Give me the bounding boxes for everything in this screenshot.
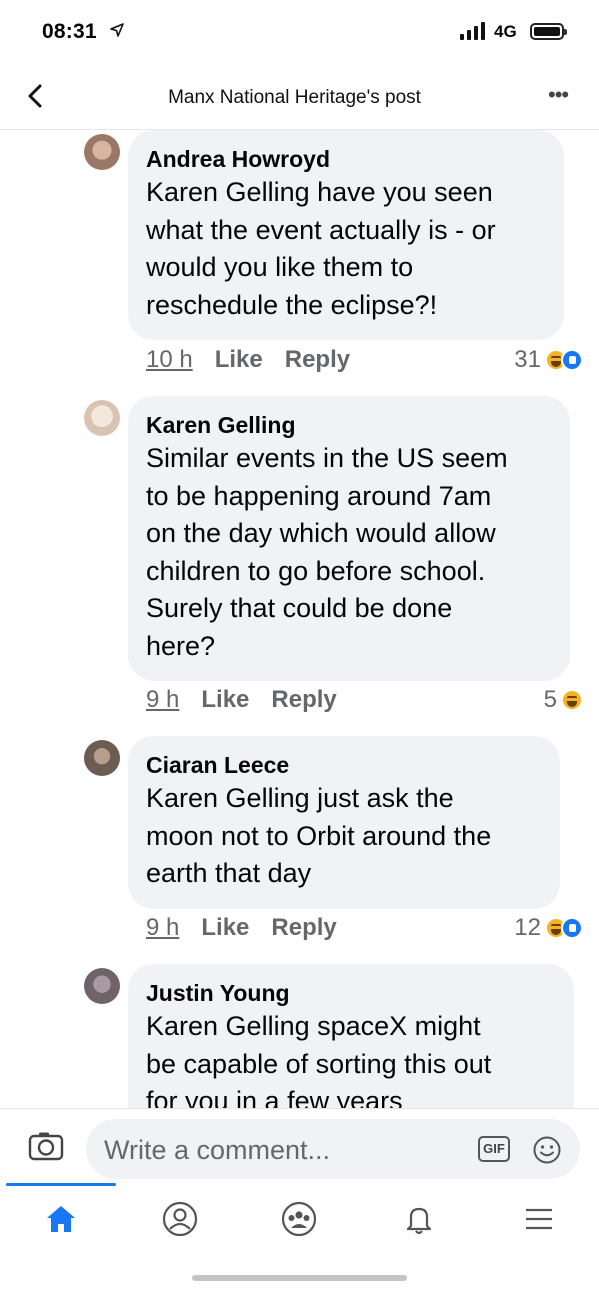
haha-reaction-icon	[561, 689, 583, 711]
comment-timestamp[interactable]: 9 h	[146, 914, 179, 942]
comment-actions: 9 h Like Reply	[146, 686, 337, 714]
reaction-summary[interactable]: 31	[514, 346, 583, 374]
reply-button[interactable]: Reply	[271, 914, 336, 942]
avatar[interactable]	[84, 400, 120, 436]
bottom-navigation	[0, 1183, 599, 1253]
profile-icon[interactable]	[160, 1199, 200, 1239]
signal-strength-icon	[460, 22, 485, 40]
status-time: 08:31	[42, 20, 97, 43]
reaction-count: 5	[543, 686, 557, 713]
comment-bubble: Andrea Howroyd Karen Gelling have you se…	[128, 130, 564, 340]
camera-icon[interactable]	[28, 1131, 64, 1161]
comment-text: Similar events in the US seem to be happ…	[146, 443, 508, 661]
comment-actions: 10 h Like Reply	[146, 346, 350, 374]
gif-button[interactable]: GIF	[478, 1136, 510, 1162]
like-reaction-icon	[561, 917, 583, 939]
groups-icon[interactable]	[279, 1199, 319, 1239]
like-button[interactable]: Like	[201, 914, 249, 942]
comment-author[interactable]: Justin Young	[146, 978, 556, 1008]
comment-text: Karen Gelling spaceX might be capable of…	[146, 1011, 492, 1110]
location-arrow-icon	[110, 23, 124, 37]
comment-composer: Write a comment... GIF	[0, 1108, 599, 1188]
battery-icon	[530, 23, 567, 40]
emoji-icon[interactable]	[532, 1135, 562, 1165]
status-bar: 08:31 4G	[0, 0, 599, 60]
comment-text: Karen Gelling just ask the moon not to O…	[146, 783, 492, 888]
reaction-count: 31	[514, 346, 541, 373]
comment-input-placeholder: Write a comment...	[104, 1135, 331, 1165]
avatar[interactable]	[84, 134, 120, 170]
comment-bubble: Ciaran Leece Karen Gelling just ask the …	[128, 736, 560, 909]
avatar[interactable]	[84, 740, 120, 776]
home-icon[interactable]	[41, 1199, 81, 1239]
more-options-icon[interactable]: •••	[548, 84, 569, 106]
comment-timestamp[interactable]: 10 h	[146, 346, 193, 374]
comment-bubble: Justin Young Karen Gelling spaceX might …	[128, 964, 574, 1110]
post-header: Manx National Heritage's post •••	[0, 60, 599, 130]
network-type: 4G	[494, 22, 517, 41]
menu-icon[interactable]	[519, 1199, 559, 1239]
reply-button[interactable]: Reply	[285, 346, 350, 374]
page-title: Manx National Heritage's post	[168, 87, 421, 108]
comment-author[interactable]: Ciaran Leece	[146, 750, 542, 780]
avatar[interactable]	[84, 968, 120, 1004]
comment-author[interactable]: Karen Gelling	[146, 410, 552, 440]
reply-button[interactable]: Reply	[271, 686, 336, 714]
comment-text: Karen Gelling have you seen what the eve…	[146, 177, 496, 320]
home-indicator[interactable]	[192, 1275, 407, 1281]
comment-timestamp[interactable]: 9 h	[146, 686, 179, 714]
reaction-summary[interactable]: 12	[514, 914, 583, 942]
comment-list[interactable]: Andrea Howroyd Karen Gelling have you se…	[0, 130, 599, 1110]
comment-bubble: Karen Gelling Similar events in the US s…	[128, 396, 570, 681]
like-button[interactable]: Like	[215, 346, 263, 374]
comment-author[interactable]: Andrea Howroyd	[146, 144, 546, 174]
reaction-count: 12	[514, 914, 541, 941]
comment-actions: 9 h Like Reply	[146, 914, 337, 942]
like-button[interactable]: Like	[201, 686, 249, 714]
like-reaction-icon	[561, 349, 583, 371]
reaction-summary[interactable]: 5	[544, 686, 583, 714]
notifications-icon[interactable]	[399, 1199, 439, 1239]
comment-input[interactable]: Write a comment... GIF	[86, 1119, 580, 1179]
active-tab-indicator	[6, 1183, 116, 1186]
